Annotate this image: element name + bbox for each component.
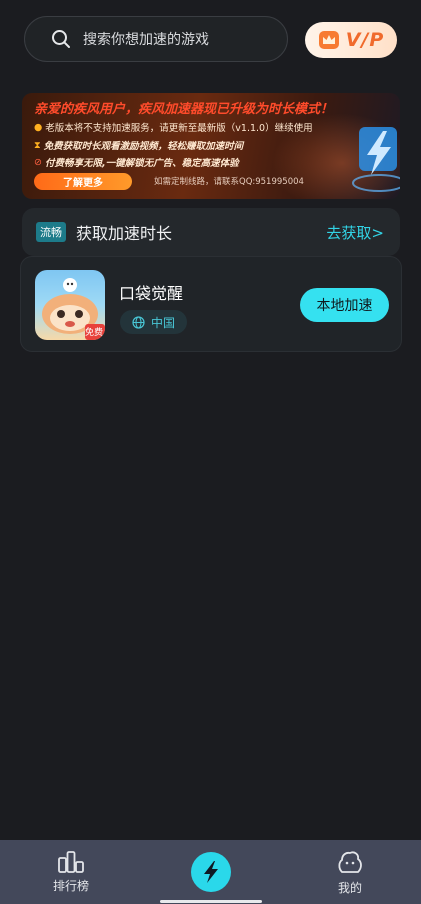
bottom-nav: 排行榜 我的 — [0, 840, 421, 904]
crown-icon — [318, 31, 339, 49]
vip-label: V/P — [345, 29, 385, 51]
globe-icon — [132, 315, 145, 329]
lightning-icon — [352, 127, 400, 192]
user-icon — [338, 851, 362, 873]
banner-line-1: ● 老版本将不支持加速服务，请更新至最新版（v1.1.0）继续使用 — [34, 121, 313, 135]
duration-card[interactable]: 流畅 获取加速时长 去获取> — [22, 208, 400, 256]
lightning-icon — [204, 861, 218, 883]
bar-chart-icon — [58, 851, 84, 873]
search-icon — [52, 30, 70, 48]
hourglass-icon: ⧗ — [34, 139, 41, 151]
local-accelerate-button[interactable]: 本地加速 — [300, 288, 389, 322]
nav-label-profile: 我的 — [337, 881, 362, 895]
nav-item-ranking[interactable]: 排行榜 — [31, 840, 111, 904]
warning-icon: ● — [34, 121, 43, 133]
nav-item-accelerate[interactable] — [191, 852, 231, 892]
region-chip[interactable]: 中国 — [120, 310, 188, 334]
banner-line-3: ⊘ 付费畅享无限,一键解锁无广告、稳定高速体验 — [34, 156, 239, 170]
learn-more-button[interactable]: 了解更多 — [34, 173, 132, 190]
quality-tag: 流畅 — [36, 222, 66, 242]
no-ads-icon: ⊘ — [34, 156, 42, 168]
nav-item-profile[interactable]: 我的 — [310, 840, 390, 904]
banner-line-2: ⧗ 免费获取时长观看激励视频，轻松赚取加速时间 — [34, 139, 244, 153]
game-thumbnail: 免费 — [35, 270, 105, 340]
banner-contact: 如需定制线路，请联系QQ:951995004 — [154, 177, 304, 187]
duration-label: 获取加速时长 — [76, 224, 173, 243]
free-badge: 免费 — [84, 328, 103, 338]
promo-banner[interactable]: 亲爱的疾风用户，疾风加速器现已升级为时长模式！ ● 老版本将不支持加速服务，请更… — [22, 93, 400, 199]
game-name: 口袋觉醒 — [119, 284, 184, 303]
nav-label-ranking: 排行榜 — [52, 879, 89, 893]
vip-button[interactable]: V/P — [305, 22, 397, 58]
get-duration-link[interactable]: 去获取> — [326, 222, 384, 243]
search-placeholder: 搜索你想加速的游戏 — [83, 32, 209, 48]
game-card[interactable]: 免费 口袋觉醒 中国 本地加速 — [20, 256, 402, 352]
region-label: 中国 — [151, 315, 176, 330]
home-indicator — [160, 900, 262, 903]
search-bar[interactable]: 搜索你想加速的游戏 — [24, 16, 288, 62]
banner-title: 亲爱的疾风用户，疾风加速器现已升级为时长模式！ — [34, 102, 334, 117]
